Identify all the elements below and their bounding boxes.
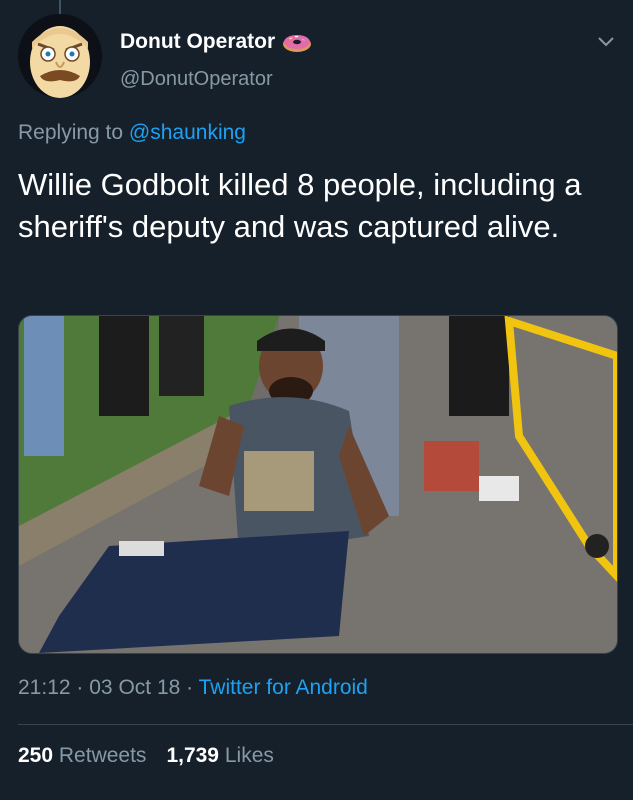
thread-connector	[59, 0, 61, 14]
tweet-time[interactable]: 21:12	[18, 676, 71, 699]
meta-separator: ·	[186, 676, 194, 699]
tweet-photo[interactable]	[18, 315, 618, 654]
chevron-down-icon[interactable]	[595, 30, 617, 52]
author-name[interactable]: Donut Operator	[120, 30, 313, 54]
avatar-cartoon-face-icon	[18, 14, 102, 98]
tweet-source-link[interactable]: Twitter for Android	[199, 676, 368, 699]
tweet-text: Willie Godbolt killed 8 people, includin…	[18, 167, 582, 244]
reply-mention-link[interactable]: @shaunking	[129, 121, 246, 144]
avatar[interactable]	[18, 14, 102, 98]
retweets-label: Retweets	[58, 744, 147, 767]
arrest-photo-image	[19, 316, 617, 653]
likes-stat[interactable]: 1,739 Likes	[166, 744, 273, 768]
retweets-stat[interactable]: 250 Retweets	[18, 744, 146, 768]
retweets-count: 250	[18, 744, 54, 767]
tweet-meta: 21:12 · 03 Oct 18 · Twitter for Android	[18, 676, 368, 700]
replying-to-label: Replying to	[18, 121, 124, 144]
meta-separator: ·	[76, 676, 84, 699]
tweet-date[interactable]: 03 Oct 18	[89, 676, 180, 699]
author-display-name[interactable]: Donut Operator	[120, 30, 275, 54]
tweet-stats: 250 Retweets 1,739 Likes	[18, 744, 274, 768]
divider	[18, 724, 633, 725]
author-handle[interactable]: @DonutOperator	[120, 68, 273, 91]
donut-icon	[283, 35, 312, 52]
likes-count: 1,739	[166, 744, 219, 767]
likes-label: Likes	[224, 744, 274, 767]
replying-to: Replying to @shaunking	[18, 121, 246, 145]
